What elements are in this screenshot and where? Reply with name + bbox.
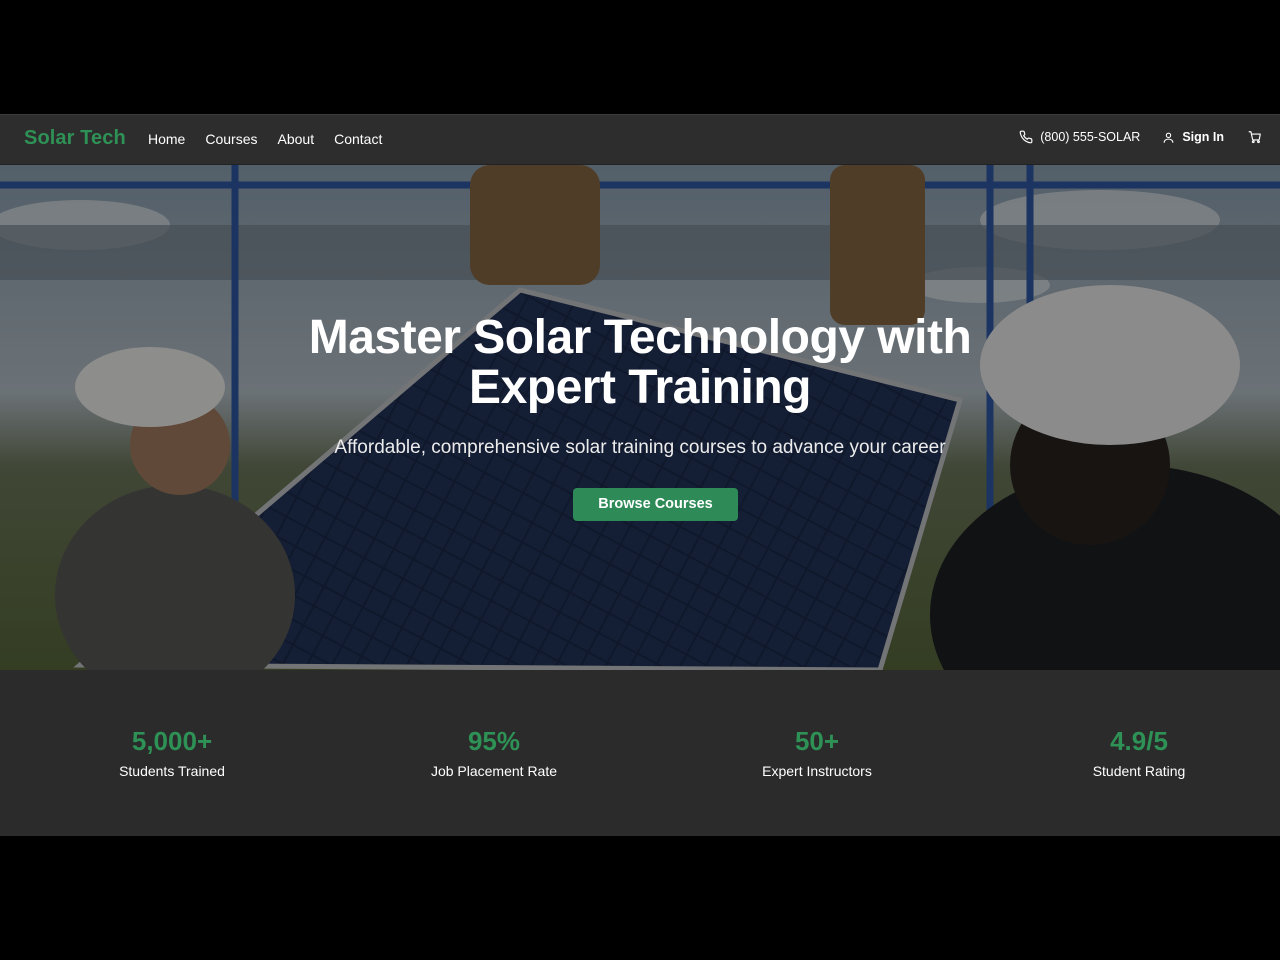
nav-link-about[interactable]: About <box>278 131 315 147</box>
stat-students-trained: 5,000+ Students Trained <box>52 726 292 779</box>
stat-label: Students Trained <box>119 763 225 779</box>
stat-label: Expert Instructors <box>762 763 872 779</box>
sign-in-label: Sign In <box>1182 130 1224 144</box>
nav-actions: (800) 555-SOLAR Sign In <box>1019 130 1262 144</box>
cart-icon <box>1248 131 1261 144</box>
browse-courses-button[interactable]: Browse Courses <box>573 488 738 521</box>
stat-job-placement: 95% Job Placement Rate <box>374 726 614 779</box>
nav-link-home[interactable]: Home <box>148 131 185 147</box>
stat-expert-instructors: 50+ Expert Instructors <box>697 726 937 779</box>
cart-button[interactable] <box>1248 130 1262 144</box>
user-icon <box>1163 132 1174 143</box>
hero-overlay <box>0 165 1280 670</box>
nav-link-courses[interactable]: Courses <box>205 131 257 147</box>
phone-number: (800) 555-SOLAR <box>1040 130 1141 144</box>
hero-section: Master Solar Technology with Expert Trai… <box>0 165 1280 670</box>
sign-in-button[interactable]: Sign In <box>1162 130 1224 144</box>
phone-icon <box>1019 130 1033 144</box>
stat-value: 4.9/5 <box>1110 726 1168 756</box>
hero-subtitle: Affordable, comprehensive solar training… <box>334 437 946 458</box>
stat-value: 5,000+ <box>131 726 213 756</box>
stat-student-rating: 4.9/5 Student Rating <box>1019 726 1259 779</box>
stat-label: Job Placement Rate <box>430 763 558 779</box>
stat-label: Student Rating <box>1092 763 1186 779</box>
top-navbar: Solar Tech Home Courses About Contact (8… <box>0 114 1280 165</box>
phone-link[interactable]: (800) 555-SOLAR <box>1019 130 1140 144</box>
brand-logo[interactable]: Solar Tech <box>24 127 126 150</box>
stat-value: 95% <box>467 726 521 756</box>
stats-section: 5,000+ Students Trained 95% Job Placemen… <box>0 670 1280 836</box>
page-frame: Solar Tech Home Courses About Contact (8… <box>0 114 1280 836</box>
hero-title: Master Solar Technology with Expert Trai… <box>308 311 972 414</box>
nav-link-contact[interactable]: Contact <box>334 131 382 147</box>
stat-value: 50+ <box>794 726 840 756</box>
nav-links: Home Courses About Contact <box>148 131 402 147</box>
